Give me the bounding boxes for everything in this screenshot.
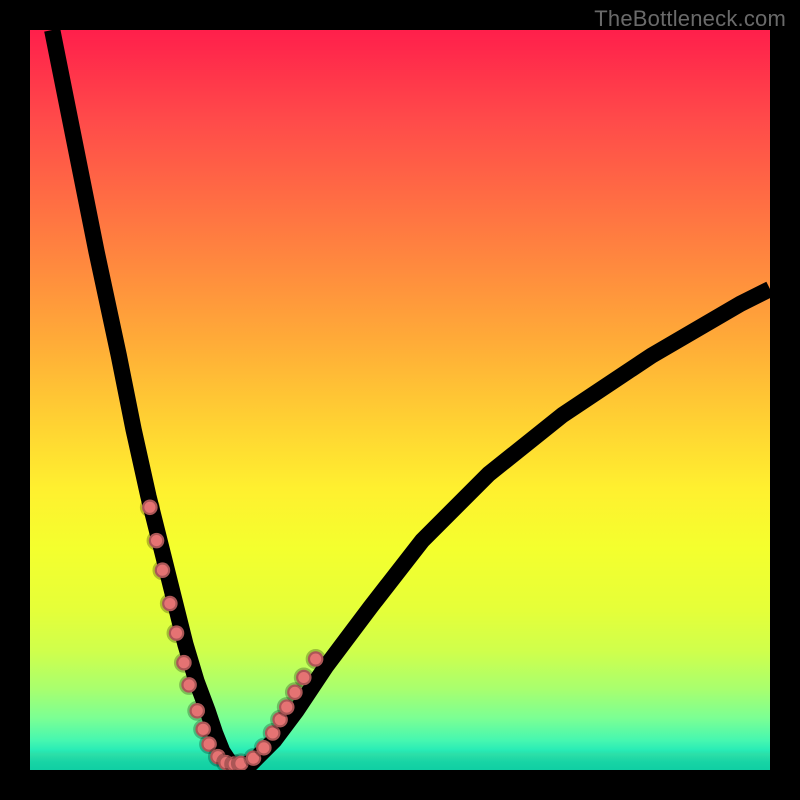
highlight-dot (149, 533, 165, 549)
highlight-dot (308, 651, 324, 667)
highlight-dot (189, 703, 205, 719)
watermark-text: TheBottleneck.com (594, 6, 786, 32)
highlight-dot (142, 500, 158, 516)
bottleneck-curve (52, 30, 770, 766)
chart-svg (30, 30, 770, 770)
highlight-dot (162, 596, 178, 612)
highlight-dot (296, 670, 312, 686)
chart-frame: TheBottleneck.com (0, 0, 800, 800)
highlight-dot (181, 677, 197, 693)
highlight-dot (155, 562, 171, 578)
highlight-dot (176, 655, 192, 671)
highlighted-points-group (142, 500, 323, 770)
highlight-dot (169, 625, 185, 641)
plot-area (30, 30, 770, 770)
